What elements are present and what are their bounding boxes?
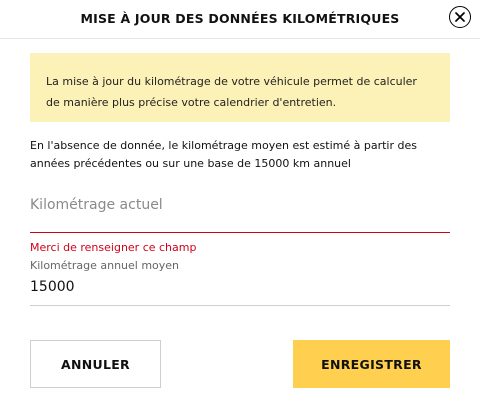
save-button[interactable]: ENREGISTRER: [293, 340, 450, 388]
dialog-header: MISE À JOUR DES DONNÉES KILOMÉTRIQUES: [0, 0, 480, 39]
annual-mileage-input[interactable]: 15000: [30, 279, 450, 306]
estimation-info: En l'absence de donnée, le kilométrage m…: [30, 137, 450, 173]
cancel-button[interactable]: ANNULER: [30, 340, 161, 388]
current-mileage-error: Merci de renseigner ce champ: [30, 241, 197, 254]
info-line-2: années précédentes ou sur une base de 15…: [30, 157, 351, 170]
info-notice: La mise à jour du kilométrage de votre v…: [30, 53, 450, 122]
notice-line-1: La mise à jour du kilométrage de votre v…: [46, 75, 417, 88]
current-mileage-input[interactable]: [30, 192, 450, 218]
dialog-title: MISE À JOUR DES DONNÉES KILOMÉTRIQUES: [80, 11, 400, 26]
annual-mileage-label: Kilométrage annuel moyen: [30, 259, 180, 272]
close-button[interactable]: [449, 6, 471, 28]
info-line-1: En l'absence de donnée, le kilométrage m…: [30, 139, 417, 152]
current-mileage-field[interactable]: [30, 192, 450, 233]
close-icon: [455, 12, 465, 22]
notice-line-2: de manière plus précise votre calendrier…: [46, 96, 337, 109]
